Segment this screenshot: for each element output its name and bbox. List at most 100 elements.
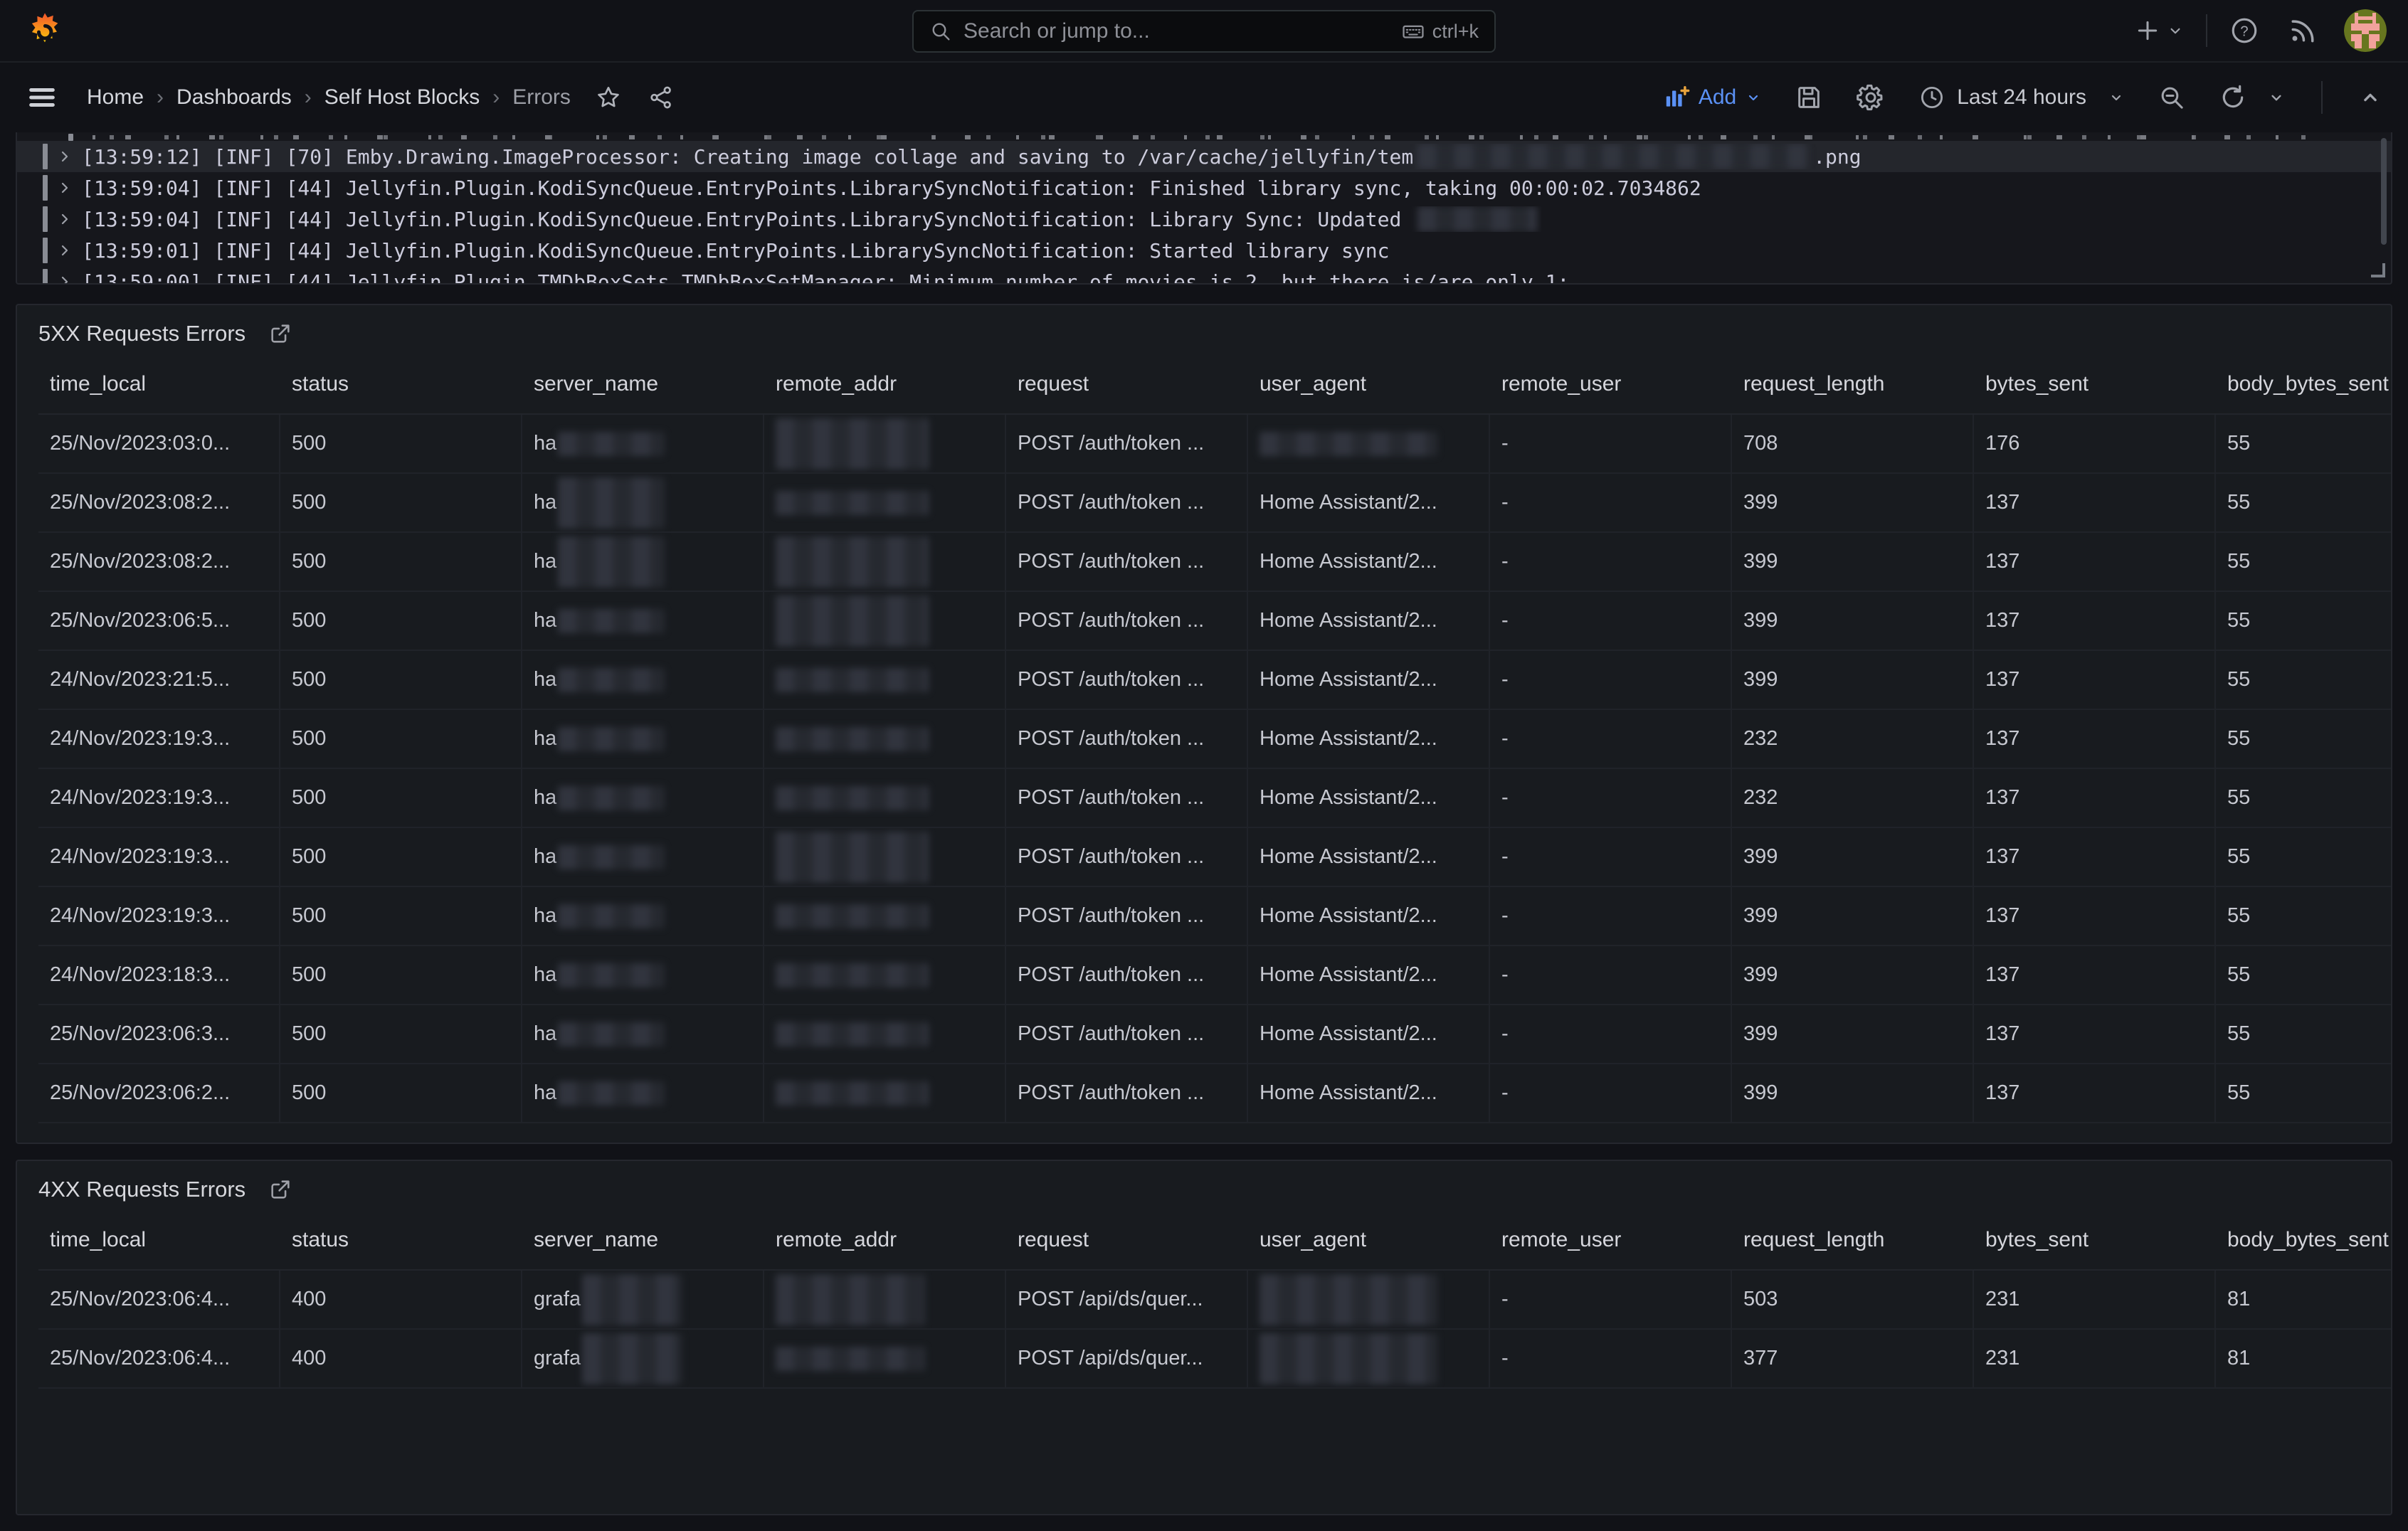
column-header[interactable]: remote_addr [764, 372, 1006, 413]
breadcrumb-home[interactable]: Home [87, 85, 144, 110]
column-header[interactable]: request_length [1732, 1228, 1974, 1269]
log-row[interactable]: [13:59:01] [INF] [44] Jellyfin.Plugin.Ko… [17, 235, 2391, 266]
redacted-value [776, 904, 929, 928]
redacted-value [558, 1081, 665, 1106]
column-header[interactable]: remote_user [1490, 372, 1732, 413]
zoom-out-time-button[interactable] [2158, 83, 2186, 112]
table-cell: POST /auth/token ... [1006, 710, 1248, 768]
table-row: 24/Nov/2023:19:3...500haPOST /auth/token… [38, 828, 2391, 887]
add-panel-label: Add [1699, 85, 1736, 110]
expand-chevron-icon[interactable] [56, 211, 73, 228]
redacted-value [776, 418, 929, 470]
table-cell: - [1490, 710, 1732, 768]
collapse-toolbar-button[interactable] [2358, 85, 2382, 110]
chevron-down-icon [2267, 88, 2286, 107]
table-cell: - [1490, 1330, 1732, 1387]
help-button[interactable]: ? [2229, 15, 2260, 46]
table-cell: ha [522, 1064, 764, 1122]
table-cell: 231 [1974, 1330, 2216, 1387]
column-header[interactable]: remote_addr [764, 1228, 1006, 1269]
grafana-logo[interactable] [24, 10, 65, 51]
column-header[interactable]: bytes_sent [1974, 372, 2216, 413]
time-range-picker[interactable]: Last 24 hours [1918, 84, 2125, 111]
table-cell: 399 [1732, 651, 1974, 709]
breadcrumb-dashboards[interactable]: Dashboards [176, 85, 292, 110]
column-header[interactable]: remote_user [1490, 1228, 1732, 1269]
column-header[interactable]: time_local [38, 1228, 280, 1269]
expand-chevron-icon[interactable] [56, 273, 73, 285]
dashboard-settings-button[interactable] [1856, 83, 1886, 112]
panel-resize-grip[interactable] [2371, 263, 2385, 277]
save-dashboard-button[interactable] [1795, 83, 1823, 112]
table-cell: 55 [2216, 533, 2391, 590]
column-header[interactable]: bytes_sent [1974, 1228, 2216, 1269]
panel-title[interactable]: 4XX Requests Errors [38, 1177, 245, 1202]
add-panel-button[interactable]: Add [1663, 84, 1762, 111]
star-icon [595, 84, 622, 111]
log-level-bar [43, 144, 48, 169]
table-cell: 400 [280, 1330, 522, 1387]
external-link-icon[interactable] [268, 322, 292, 346]
redacted-value [776, 1347, 925, 1371]
divider [2321, 81, 2323, 114]
table: time_localstatusserver_nameremote_addrre… [17, 348, 2391, 1123]
clock-icon [1918, 84, 1945, 111]
column-header[interactable]: request [1006, 1228, 1248, 1269]
log-row[interactable]: [13:59:04] [INF] [44] Jellyfin.Plugin.Ko… [17, 172, 2391, 203]
share-button[interactable] [648, 84, 675, 111]
redacted-value [776, 536, 929, 588]
table-cell: 25/Nov/2023:06:3... [38, 1005, 280, 1063]
redacted-value [582, 1274, 682, 1325]
column-header[interactable]: request_length [1732, 372, 1974, 413]
expand-chevron-icon[interactable] [56, 148, 73, 165]
table-cell: 399 [1732, 592, 1974, 650]
log-row[interactable]: [13:59:04] [INF] [44] Jellyfin.Plugin.Ko… [17, 203, 2391, 235]
column-header[interactable]: body_bytes_sent [2216, 372, 2391, 413]
table-cell [764, 651, 1006, 709]
column-header[interactable]: user_agent [1248, 372, 1490, 413]
logs-panel: [13:59:12] [INF] [70] Emby.Drawing.Image… [16, 132, 2392, 285]
table-cell: 399 [1732, 887, 1974, 945]
table-cell: 500 [280, 533, 522, 590]
table-cell: ha [522, 533, 764, 590]
log-scrollbar[interactable] [2381, 138, 2387, 245]
avatar[interactable] [2344, 9, 2387, 52]
news-button[interactable] [2287, 15, 2318, 46]
table-row: 25/Nov/2023:06:2...500haPOST /auth/token… [38, 1064, 2391, 1123]
column-header[interactable]: status [280, 372, 522, 413]
dashboard-content: [13:59:12] [INF] [70] Emby.Drawing.Image… [16, 132, 2392, 1531]
expand-chevron-icon[interactable] [56, 179, 73, 196]
keyboard-icon [1401, 19, 1425, 43]
new-button[interactable] [2133, 16, 2185, 45]
table-cell: 25/Nov/2023:08:2... [38, 474, 280, 531]
log-row[interactable]: [13:59:12] [INF] [70] Emby.Drawing.Image… [17, 141, 2391, 172]
external-link-icon[interactable] [268, 1177, 292, 1202]
table-cell: 137 [1974, 710, 2216, 768]
mega-menu-button[interactable] [26, 81, 58, 114]
log-level-bar [43, 175, 48, 201]
column-header[interactable]: status [280, 1228, 522, 1269]
table-cell [1248, 1271, 1490, 1328]
panel-title[interactable]: 5XX Requests Errors [38, 321, 245, 346]
column-header[interactable]: server_name [522, 1228, 764, 1269]
refresh-interval-button[interactable] [2267, 88, 2286, 107]
time-range-label: Last 24 hours [1957, 85, 2086, 110]
refresh-button[interactable] [2219, 83, 2247, 112]
table-cell: 500 [280, 592, 522, 650]
search-input[interactable]: Search or jump to... ctrl+k [912, 10, 1496, 53]
column-header[interactable]: request [1006, 372, 1248, 413]
breadcrumb-self-host-blocks[interactable]: Self Host Blocks [324, 85, 480, 110]
table-cell: POST /auth/token ... [1006, 828, 1248, 886]
log-row[interactable]: [13:59:00] [INF] [44] Jellyfin.Plugin.TM… [17, 266, 2391, 285]
table-cell: Home Assistant/2... [1248, 710, 1490, 768]
column-header[interactable]: server_name [522, 372, 764, 413]
column-header[interactable]: user_agent [1248, 1228, 1490, 1269]
redacted-value [1417, 206, 1537, 232]
table-row: 25/Nov/2023:03:0...500haPOST /auth/token… [38, 415, 2391, 474]
column-header[interactable]: time_local [38, 372, 280, 413]
favorite-button[interactable] [595, 84, 622, 111]
chevron-down-icon [2166, 21, 2185, 40]
expand-chevron-icon[interactable] [56, 242, 73, 259]
table-cell: POST /auth/token ... [1006, 651, 1248, 709]
column-header[interactable]: body_bytes_sent [2216, 1228, 2391, 1269]
